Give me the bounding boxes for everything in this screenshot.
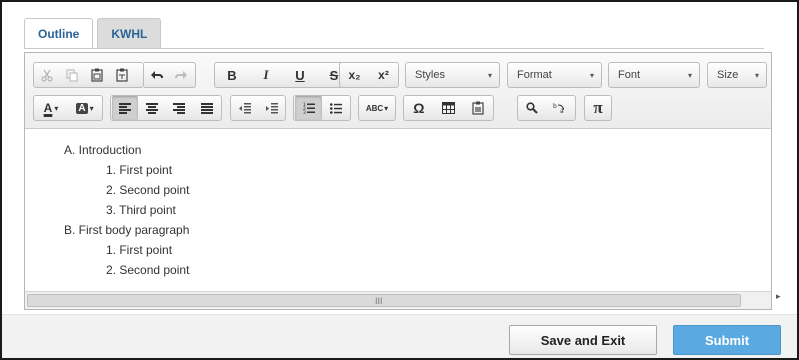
svg-text:3: 3 [303,110,306,114]
replace-icon[interactable]: ba [546,96,574,120]
scrollbar-thumb[interactable]: III [27,294,741,307]
styles-dropdown[interactable]: Styles ▾ [405,62,500,88]
chevron-down-icon: ▾ [754,71,759,80]
editor-toolbar: B I U S x₂ x² Styles ▾ Format ▾ Font ▾ S… [25,53,771,129]
rich-text-editor: B I U S x₂ x² Styles ▾ Format ▾ Font ▾ S… [24,52,772,310]
find-group: ba [517,95,576,121]
size-dropdown-label: Size [717,69,739,81]
background-color-button[interactable]: A ▾ [68,96,102,120]
scrollbar-grip: III [375,296,383,306]
lists-group: 123 [293,95,351,121]
search-icon[interactable] [518,96,546,120]
math-group: π [584,95,612,121]
chevron-down-icon: ▾ [687,71,692,80]
font-dropdown-label: Font [618,69,641,81]
format-dropdown[interactable]: Format ▾ [507,62,602,88]
align-center-icon[interactable] [138,96,166,120]
align-left-icon[interactable] [112,96,138,120]
table-icon[interactable] [434,96,464,120]
align-right-icon[interactable] [166,96,194,120]
outline-subitem: 2. Second point [106,183,190,197]
underline-button[interactable]: U [283,63,317,87]
copy-icon[interactable] [59,63,84,87]
spellcheck-icon: ABC [365,103,384,113]
redo-icon[interactable] [169,63,194,87]
script-group: x₂ x² [339,62,399,88]
math-pi-icon[interactable]: π [585,96,611,120]
svg-text:b: b [553,103,557,110]
text-color-icon: A [43,101,53,115]
outline-subitem: 3. Third point [106,203,176,217]
paste-text-icon[interactable] [109,63,134,87]
outline-subitem: 1. First point [106,243,173,257]
outline-item-b: B. First body paragraph [64,223,190,237]
styles-dropdown-label: Styles [415,69,445,81]
scroll-right-arrow-icon[interactable]: ▸ [776,291,781,302]
outline-subitem: 2. Second point [106,263,190,277]
undo-icon[interactable] [144,63,169,87]
spellcheck-group: ABC ▾ [358,95,396,121]
subscript-button[interactable]: x₂ [340,63,369,87]
chevron-down-icon: ▾ [487,71,492,80]
editor-content[interactable]: A. Introduction 1. First point 2. Second… [25,130,771,292]
indent-icon[interactable] [258,96,285,120]
size-dropdown[interactable]: Size ▾ [707,62,767,88]
save-and-exit-button[interactable]: Save and Exit [509,325,657,355]
text-color-button[interactable]: A ▾ [34,96,68,120]
superscript-button[interactable]: x² [369,63,398,87]
font-dropdown[interactable]: Font ▾ [608,62,700,88]
history-group [144,62,196,88]
horizontal-scrollbar[interactable]: III [25,291,771,309]
paste-icon[interactable] [84,63,109,87]
outline-item-a: A. Introduction [64,143,142,157]
basic-styles-group: B I U S [214,62,357,88]
insert-group: Ω [403,95,494,121]
spellcheck-button[interactable]: ABC ▾ [359,96,395,120]
paste-from-word-icon[interactable] [463,96,493,120]
cut-icon[interactable] [34,63,59,87]
colors-group: A ▾ A ▾ [33,95,103,121]
align-justify-icon[interactable] [193,96,221,120]
tab-bar: Outline KWHL [24,18,165,48]
special-character-icon[interactable]: Ω [404,96,434,120]
italic-button[interactable]: I [249,63,283,87]
tab-outline[interactable]: Outline [24,18,94,48]
submit-button[interactable]: Submit [673,325,781,355]
indent-group [230,95,286,121]
alignment-group [110,95,222,121]
bulleted-list-icon[interactable] [322,96,350,120]
background-color-icon: A [76,102,88,114]
chevron-down-icon: ▾ [589,71,594,80]
outdent-icon[interactable] [231,96,258,120]
tab-kwhl[interactable]: KWHL [97,18,162,48]
tab-divider [24,48,764,49]
bold-button[interactable]: B [215,63,249,87]
clipboard-group [33,62,144,88]
format-dropdown-label: Format [517,69,552,81]
outline-subitem: 1. First point [106,163,173,177]
numbered-list-icon[interactable]: 123 [295,96,322,120]
